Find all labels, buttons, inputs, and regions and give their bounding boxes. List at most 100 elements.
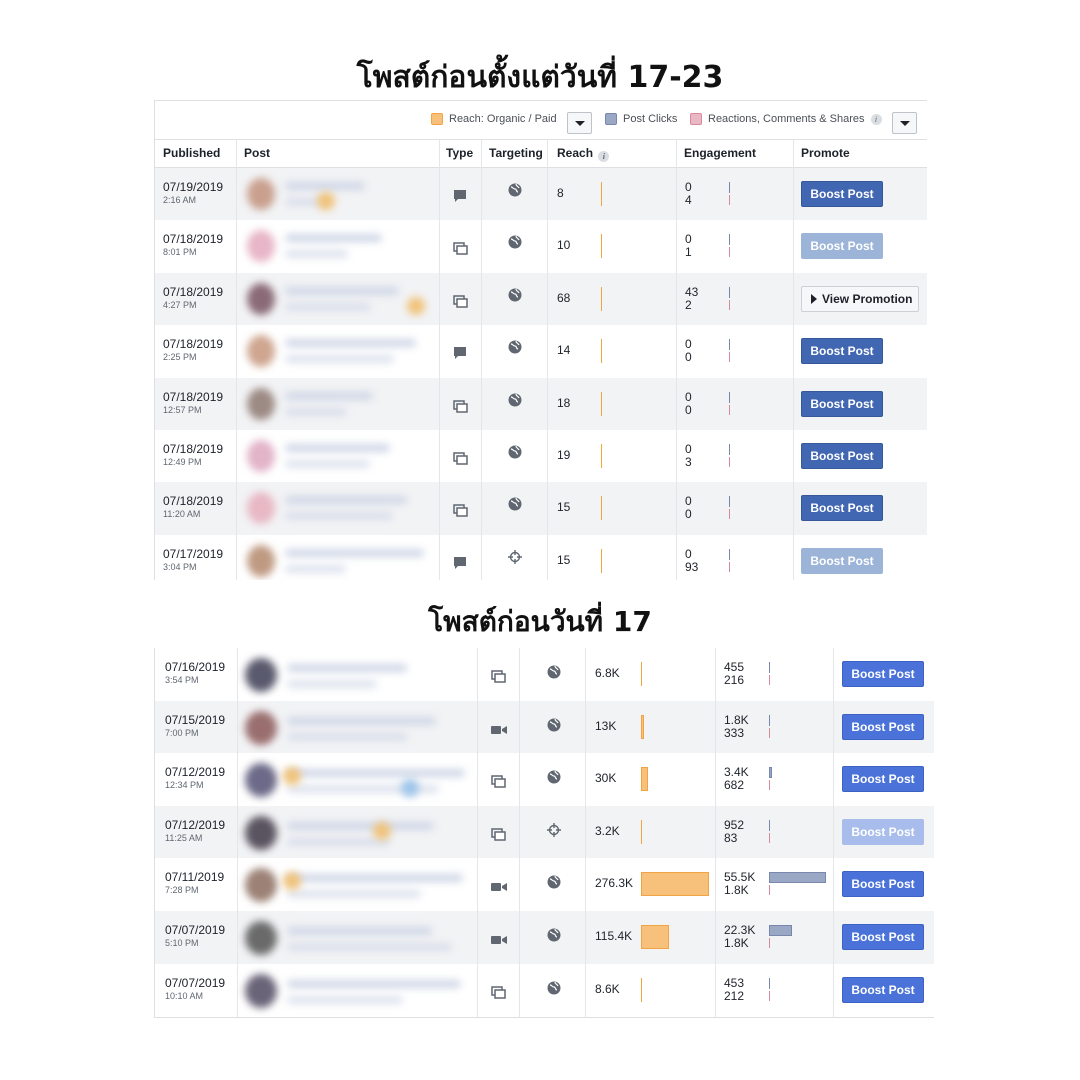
multi-photo-icon <box>491 826 506 845</box>
post-preview[interactable] <box>237 753 477 806</box>
post-thumbnail <box>245 868 277 903</box>
post-preview[interactable] <box>237 858 477 911</box>
boost-post-button: Boost Post <box>842 818 924 845</box>
post-text <box>285 407 347 416</box>
boost-post-button[interactable]: Boost Post <box>842 976 924 1003</box>
post-preview[interactable] <box>237 964 477 1017</box>
col-published[interactable]: Published <box>163 146 220 160</box>
table-row[interactable]: 07/11/2019 7:28 PM 276.3K 55.5K 1.8K Boost Po… <box>155 858 934 911</box>
reactions-value: 216 <box>724 673 745 687</box>
multi-photo-icon <box>491 668 506 687</box>
boost-post-button[interactable]: Boost Post <box>801 181 883 207</box>
boost-post-button[interactable]: Boost Post <box>842 924 924 950</box>
published-date: 07/15/2019 <box>165 712 226 727</box>
multi-photo-icon <box>453 450 468 469</box>
post-text <box>287 979 461 988</box>
reach-info-icon[interactable]: i <box>598 151 610 162</box>
published-time: 7:00 PM <box>165 727 199 738</box>
post-text <box>285 234 382 243</box>
post-preview[interactable] <box>237 535 439 580</box>
col-targeting[interactable]: Targeting <box>489 146 543 160</box>
reactions-value: 4 <box>685 193 692 207</box>
boost-post-button[interactable]: Boost Post <box>801 338 883 365</box>
col-reach[interactable]: Reach i <box>557 146 610 162</box>
video-icon <box>491 721 507 740</box>
table-row[interactable]: 07/07/2019 10:10 AM 8.6K 453 212 Boost Post <box>155 963 934 1017</box>
published-date: 07/07/2019 <box>165 923 226 937</box>
table-row[interactable]: 07/12/2019 11:25 AM 3.2K 952 83 Boost Post <box>155 805 934 859</box>
boost-post-button[interactable]: Boost Post <box>801 495 883 522</box>
post-preview[interactable] <box>237 430 439 482</box>
reach-value: 68 <box>557 290 571 305</box>
reach-value: 13K <box>595 718 617 733</box>
reactions-value: 1.8K <box>724 883 749 898</box>
globe-icon <box>508 287 522 306</box>
post-preview[interactable] <box>237 701 477 754</box>
col-engagement[interactable]: Engagement <box>684 146 756 160</box>
crosshair-icon <box>508 549 522 568</box>
section-title-recent: โพสต์ก่อนตั้งแต่วันที่ 17-23 <box>356 60 724 95</box>
reach-dropdown-button[interactable] <box>567 112 592 134</box>
chart-legend: Reach: Organic / Paid Post Clicks Reacti… <box>155 100 927 140</box>
globe-icon <box>508 339 522 358</box>
post-preview[interactable] <box>237 911 477 964</box>
clicks-value: 455 <box>724 660 745 674</box>
post-preview[interactable] <box>237 648 477 701</box>
reach-value: 30K <box>595 771 617 786</box>
boost-post-button[interactable]: Boost Post <box>801 443 883 469</box>
published-time: 3:54 PM <box>165 675 199 685</box>
post-preview[interactable] <box>237 482 439 534</box>
table-row[interactable]: 07/12/2019 12:34 PM 30K 3.4K 682 Boost Post <box>155 753 934 806</box>
view-promotion-button[interactable]: View Promotion <box>801 285 919 312</box>
post-preview[interactable] <box>237 378 439 430</box>
post-text <box>285 391 373 400</box>
boost-post-button[interactable]: Boost Post <box>842 713 924 740</box>
globe-icon <box>508 182 522 201</box>
col-type[interactable]: Type <box>446 146 473 160</box>
table-row[interactable]: 07/17/2019 3:04 PM 15 0 93 Boost Post <box>155 534 927 580</box>
legend-reach-label: Reach: Organic / Paid <box>449 113 557 125</box>
boost-post-button[interactable]: Boost Post <box>842 871 924 898</box>
table-row[interactable]: 07/16/2019 3:54 PM 6.8K 455 216 Boost Post <box>155 648 934 701</box>
table-row[interactable]: 07/18/2019 12:57 PM 18 0 0 Boost Post <box>155 377 927 430</box>
table-row[interactable]: 07/18/2019 2:25 PM 14 0 0 Boost Post <box>155 325 927 378</box>
post-text <box>287 664 407 672</box>
clicks-value: 0 <box>685 337 692 352</box>
clicks-value: 0 <box>685 546 692 561</box>
table-row[interactable]: 07/18/2019 4:27 PM 68 43 2 View Promotion <box>155 272 927 326</box>
post-text <box>287 995 403 1004</box>
boost-post-button[interactable]: Boost Post <box>842 661 924 687</box>
table-row[interactable]: 07/19/2019 2:16 AM 8 0 4 Boost Post <box>155 168 927 221</box>
post-text <box>287 943 452 951</box>
table-row[interactable]: 07/18/2019 12:49 PM 19 0 3 Boost Post <box>155 430 927 483</box>
reach-bar <box>601 548 602 573</box>
post-preview[interactable] <box>237 220 439 272</box>
post-preview[interactable] <box>237 273 439 325</box>
reach-bar <box>601 444 602 468</box>
reactions-value: 0 <box>685 402 692 417</box>
reactions-bar <box>729 247 730 258</box>
table-row[interactable]: 07/18/2019 11:20 AM 15 0 0 Boost Post <box>155 482 927 535</box>
info-icon[interactable]: i <box>870 113 882 125</box>
insights-table-recent: Reach: Organic / Paid Post Clicks Reacti… <box>154 100 927 580</box>
published-date: 07/16/2019 <box>165 660 226 674</box>
post-preview[interactable] <box>237 325 439 377</box>
reactions-value: 0 <box>685 507 692 522</box>
clicks-value: 0 <box>685 389 692 404</box>
table-row[interactable]: 07/07/2019 5:10 PM 115.4K 22.3K 1.8K Boost Po… <box>155 911 934 964</box>
post-text <box>287 927 432 935</box>
post-preview[interactable] <box>237 806 477 859</box>
clicks-bar <box>769 767 772 779</box>
engagement-dropdown-button[interactable] <box>892 112 917 134</box>
globe-icon <box>547 717 561 736</box>
reach-bar <box>641 872 709 897</box>
table-row[interactable]: 07/18/2019 8:01 PM 10 0 1 Boost Post <box>155 220 927 273</box>
reach-swatch-icon <box>431 113 443 125</box>
post-preview[interactable] <box>237 168 439 220</box>
published-time: 11:20 AM <box>163 509 201 520</box>
post-thumbnail <box>247 492 275 525</box>
table-row[interactable]: 07/15/2019 7:00 PM 13K 1.8K 333 Boost Post <box>155 700 934 754</box>
clicks-value: 43 <box>685 284 699 299</box>
boost-post-button[interactable]: Boost Post <box>842 766 924 793</box>
boost-post-button[interactable]: Boost Post <box>801 390 883 417</box>
